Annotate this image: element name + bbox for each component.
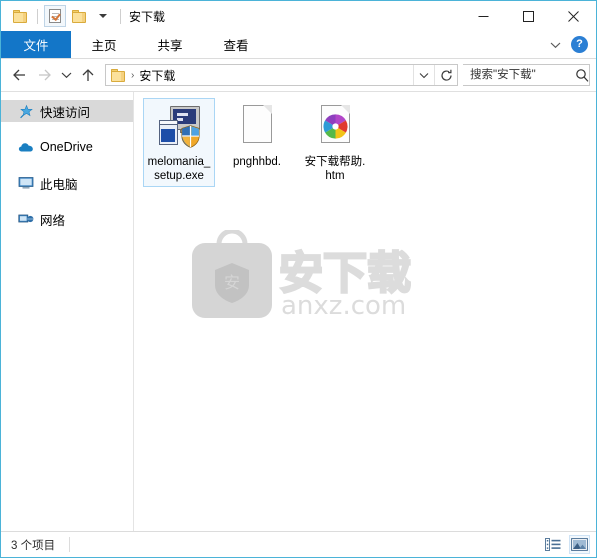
cloud-icon: [17, 141, 35, 153]
sidebar-item-label: OneDrive: [40, 140, 93, 154]
computer-icon: [17, 176, 35, 190]
file-item[interactable]: melomania_setup.exe: [143, 98, 215, 187]
large-icons-view-icon[interactable]: [569, 535, 590, 554]
address-bar: › 安下载: [1, 59, 596, 91]
navigation-pane: 快速访问 OneDrive 此电脑 网络: [1, 92, 134, 531]
folder-icon[interactable]: [9, 5, 31, 27]
network-icon: [17, 212, 35, 226]
sidebar-item-label: 此电脑: [40, 177, 78, 192]
minimize-button[interactable]: [461, 1, 506, 31]
address-field-buttons: [413, 65, 457, 85]
folder-icon: [111, 68, 126, 82]
document-check-icon[interactable]: [44, 5, 66, 27]
sidebar-item-this-pc[interactable]: 此电脑: [1, 172, 133, 194]
item-count: 3 个项目: [11, 539, 56, 552]
breadcrumb-separator: ›: [131, 69, 135, 81]
divider: [37, 8, 38, 24]
file-item[interactable]: 安下载帮助.htm: [299, 98, 371, 187]
sidebar-item-network[interactable]: 网络: [1, 208, 133, 230]
details-view-icon[interactable]: [542, 535, 563, 554]
sidebar-item-quick-access[interactable]: 快速访问: [1, 100, 133, 122]
divider: [69, 537, 71, 552]
file-item[interactable]: pnghhbd.: [221, 98, 293, 187]
window-controls: [461, 1, 596, 31]
watermark: 安 安下载 anxz.com: [192, 230, 411, 320]
file-grid: melomania_setup.exe pnghhbd. 安下载帮助.htm: [140, 98, 596, 187]
file-name: pnghhbd.: [233, 156, 281, 168]
refresh-icon[interactable]: [434, 65, 457, 85]
breadcrumb[interactable]: 安下载: [139, 67, 175, 84]
tab-file[interactable]: 文件: [1, 31, 71, 58]
explorer-window: 安下载 文件 主页 共享 查看 ? › 安下载 搜索"安下载" 快速访问 One…: [0, 0, 597, 558]
address-field[interactable]: › 安下载: [105, 64, 458, 86]
sidebar-item-label: 网络: [40, 213, 66, 228]
file-name: melomania_setup.exe: [147, 156, 211, 182]
search-input[interactable]: [463, 68, 575, 82]
new-folder-icon[interactable]: [68, 5, 90, 27]
tab-home[interactable]: 主页: [71, 31, 137, 58]
file-name: 安下载帮助.htm: [304, 156, 366, 182]
divider: [120, 8, 121, 24]
address-dropdown-icon[interactable]: [413, 65, 434, 85]
chevron-down-icon[interactable]: [550, 36, 561, 54]
watermark-brand: 安下载: [279, 248, 411, 299]
view-buttons: [542, 535, 590, 554]
window-title: 安下载: [129, 9, 166, 24]
title-bar: 安下载: [1, 1, 596, 31]
tab-share[interactable]: 共享: [137, 31, 203, 58]
star-pin-icon: [17, 104, 35, 119]
watermark-url: anxz.com: [281, 291, 406, 320]
sidebar-item-onedrive[interactable]: OneDrive: [1, 136, 133, 158]
search-icon[interactable]: [574, 68, 589, 82]
file-list-pane[interactable]: melomania_setup.exe pnghhbd. 安下载帮助.htm 安…: [134, 92, 596, 531]
forward-button[interactable]: [32, 63, 56, 87]
content-area: 快速访问 OneDrive 此电脑 网络 melomania_setup.exe…: [1, 91, 596, 531]
up-button[interactable]: [76, 63, 100, 87]
help-button[interactable]: ?: [571, 36, 588, 53]
watermark-logo-text: 安: [224, 273, 240, 292]
sidebar-item-label: 快速访问: [40, 105, 91, 120]
maximize-button[interactable]: [506, 1, 551, 31]
close-button[interactable]: [551, 1, 596, 31]
chevron-down-icon[interactable]: [92, 5, 114, 27]
html-document-icon: [311, 103, 359, 151]
blank-document-icon: [233, 103, 281, 151]
ribbon-right-controls: ?: [550, 31, 596, 58]
search-box[interactable]: [463, 64, 590, 86]
status-bar: 3 个项目: [1, 531, 596, 557]
tab-view[interactable]: 查看: [203, 31, 269, 58]
setup-exe-icon: [155, 103, 203, 151]
recent-locations-button[interactable]: [57, 63, 75, 87]
ribbon-tab-bar: 文件 主页 共享 查看 ?: [1, 31, 596, 59]
quick-access-toolbar: 安下载: [1, 5, 165, 27]
back-button[interactable]: [7, 63, 31, 87]
